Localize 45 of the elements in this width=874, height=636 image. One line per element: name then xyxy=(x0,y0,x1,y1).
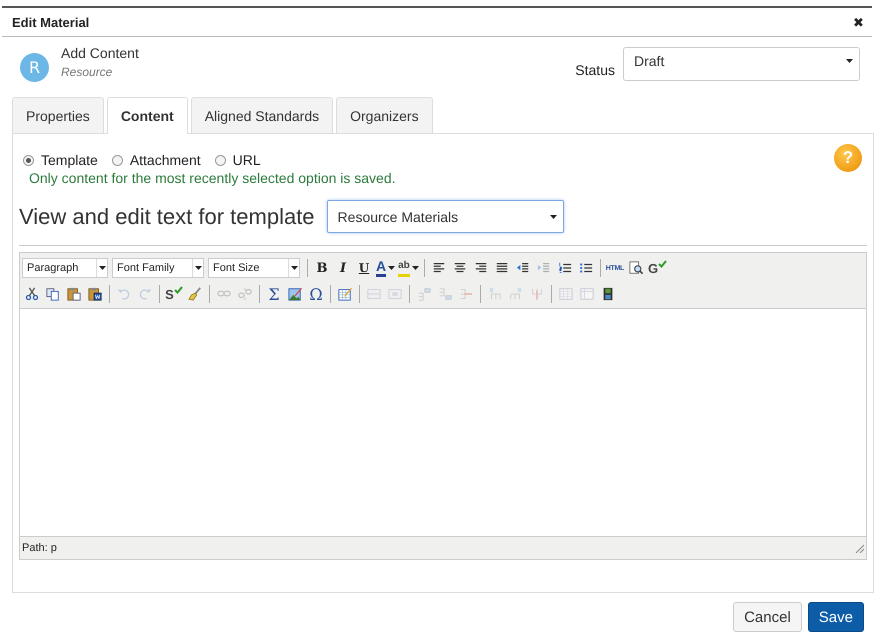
status-dropdown[interactable]: Draft xyxy=(623,47,860,81)
tab[interactable]: Aligned Standards xyxy=(190,97,334,133)
caret-icon xyxy=(290,266,298,270)
tab[interactable]: Content xyxy=(106,97,188,134)
radio-button[interactable] xyxy=(214,154,226,166)
caret-icon xyxy=(388,266,396,270)
radio-button[interactable] xyxy=(112,154,123,166)
text-color-button[interactable]: A xyxy=(375,258,396,278)
caret-icon xyxy=(412,266,419,270)
status-label: Status xyxy=(575,62,615,78)
resize-grip-icon[interactable] xyxy=(854,543,864,553)
avatar: R xyxy=(20,52,49,82)
radio-label: Attachment xyxy=(130,152,201,168)
content-title: Add Content xyxy=(61,45,139,61)
save-button[interactable]: Save xyxy=(808,602,864,632)
info-note: Only content for the most recently selected option is saved. xyxy=(29,170,397,186)
spellcheck-button[interactable]: S xyxy=(164,284,184,304)
close-button[interactable]: ✖ xyxy=(853,14,864,30)
spellcheck-button[interactable]: G xyxy=(647,258,668,278)
tab[interactable]: Properties xyxy=(12,97,104,133)
element-path: Path: p xyxy=(22,542,57,554)
radio-label: Template xyxy=(41,152,98,168)
caret-icon xyxy=(550,214,557,218)
toolbar-dropdown[interactable]: Paragraph xyxy=(22,258,108,278)
symbol-button[interactable]: Σ xyxy=(264,284,284,304)
dialog-title: Edit Material xyxy=(12,14,90,30)
radio-label: URL xyxy=(232,152,261,168)
toolbar-dropdown[interactable]: Font Size xyxy=(208,258,300,278)
caret-icon xyxy=(98,266,106,270)
template-label: View and edit text for template xyxy=(19,204,315,230)
content-type-label: Resource xyxy=(61,65,114,79)
tab[interactable]: Organizers xyxy=(336,97,433,133)
checkmark-icon xyxy=(658,260,668,268)
bold-button[interactable]: B xyxy=(312,258,332,278)
radio-button[interactable] xyxy=(23,154,34,166)
symbol-button[interactable]: Ω xyxy=(306,284,326,304)
highlight-color-button[interactable]: ab xyxy=(397,258,420,278)
cancel-button[interactable]: Cancel xyxy=(733,602,802,632)
template-dropdown[interactable]: Resource Materials xyxy=(326,200,564,233)
toolbar-dropdown[interactable]: Font Family xyxy=(112,258,204,278)
checkmark-icon xyxy=(174,286,183,294)
underline-button[interactable]: U xyxy=(354,258,374,278)
caret-icon xyxy=(846,59,853,63)
italic-button[interactable]: I xyxy=(333,258,353,278)
caret-icon xyxy=(194,266,202,270)
